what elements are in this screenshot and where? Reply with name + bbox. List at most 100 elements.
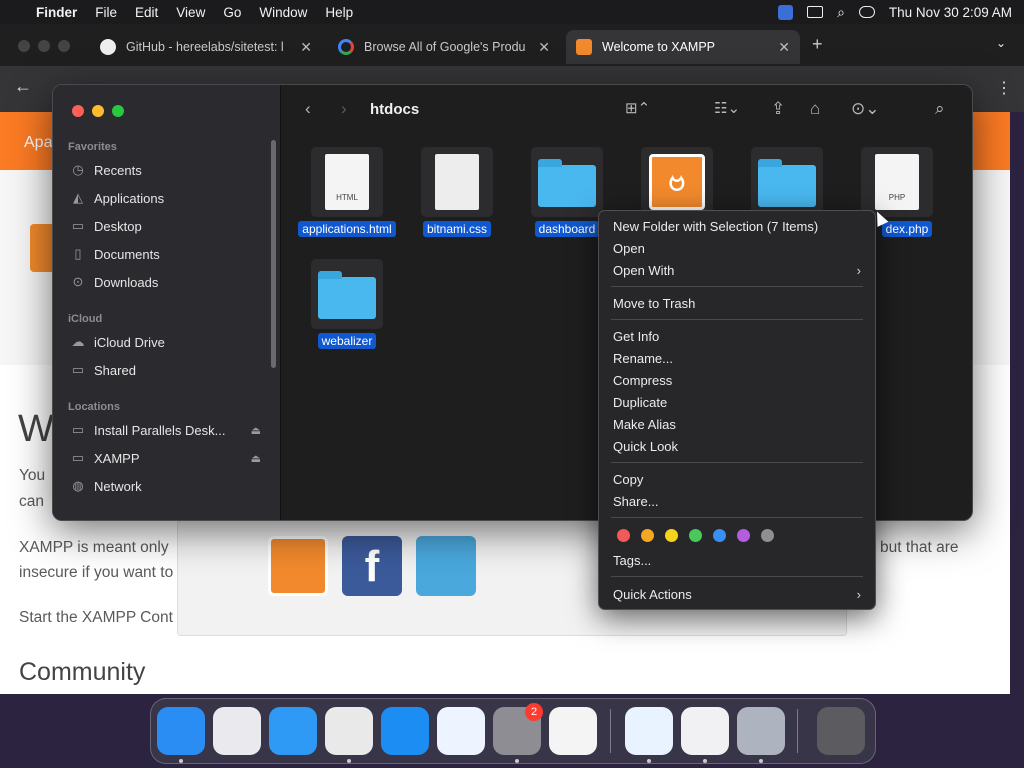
browser-tab-google[interactable]: Browse All of Google's Produ ✕: [328, 30, 560, 64]
menu-item-rename[interactable]: Rename...: [613, 347, 863, 369]
file-favicon[interactable]: ဗ: [622, 147, 732, 217]
icon-view-icon[interactable]: ⊞⌃: [625, 99, 650, 117]
tag-gray-button[interactable]: [761, 529, 774, 542]
safari-icon[interactable]: [269, 707, 317, 755]
php-file-icon: PHP: [861, 147, 933, 217]
zoom-window-button[interactable]: [112, 105, 124, 117]
menu-item-get-info[interactable]: Get Info: [613, 325, 863, 347]
file-name: applications.html: [298, 221, 396, 237]
tag-red-button[interactable]: [617, 529, 630, 542]
notification-badge: 2: [525, 703, 543, 721]
file-name: bitnami.css: [422, 221, 492, 237]
parallels-status-icon[interactable]: [778, 4, 794, 20]
sidebar-item-icloud-drive[interactable]: ☁ iCloud Drive: [69, 329, 269, 355]
tag-blue-button[interactable]: [713, 529, 726, 542]
menu-file[interactable]: File: [86, 5, 126, 20]
sidebar-item-documents[interactable]: ▯ Documents: [69, 241, 269, 267]
menu-item-move-to-trash[interactable]: Move to Trash: [613, 292, 863, 314]
menu-item-tags[interactable]: Tags...: [613, 549, 863, 571]
tag-orange-button[interactable]: [641, 529, 654, 542]
close-icon[interactable]: ✕: [538, 39, 550, 56]
menu-item-open[interactable]: Open: [613, 237, 863, 259]
sidebar-item-applications[interactable]: ◭ Applications: [69, 185, 269, 211]
app-store-icon[interactable]: [381, 707, 429, 755]
menu-window[interactable]: Window: [250, 5, 316, 20]
more-menu-icon[interactable]: ⋮: [996, 78, 1012, 98]
menu-clock[interactable]: Thu Nov 30 2:09 AM: [889, 5, 1012, 20]
menu-item-compress[interactable]: Compress: [613, 369, 863, 391]
xcode-instruments-icon[interactable]: [437, 707, 485, 755]
xampp-social-icon[interactable]: [268, 536, 328, 596]
menu-item-label: Open With: [613, 262, 675, 278]
facebook-icon[interactable]: f: [342, 536, 402, 596]
trash-icon[interactable]: [817, 707, 865, 755]
share-icon[interactable]: ⇪: [771, 99, 785, 119]
menu-item-copy[interactable]: Copy: [613, 468, 863, 490]
menu-item-quick-actions[interactable]: Quick Actions ›: [613, 583, 863, 605]
browser-tab-xampp[interactable]: Welcome to XAMPP ✕: [566, 30, 800, 64]
sidebar-item-label: Install Parallels Desk...: [94, 422, 226, 438]
xampp-icon: [576, 39, 592, 55]
sidebar-item-desktop[interactable]: ▭ Desktop: [69, 213, 269, 239]
sidebar-item-label: XAMPP: [94, 450, 140, 466]
close-window-button[interactable]: [72, 105, 84, 117]
file-bitnami-css[interactable]: bitnami.css: [402, 147, 512, 238]
browser-tab-github[interactable]: GitHub - hereelabs/sitetest: l ✕: [90, 30, 322, 64]
menu-item-open-with[interactable]: Open With ›: [613, 259, 863, 281]
more-actions-icon[interactable]: ⊙⌄: [851, 99, 880, 119]
launchpad-icon[interactable]: [213, 707, 261, 755]
menu-app-name[interactable]: Finder: [27, 5, 86, 20]
search-icon[interactable]: ⌕: [935, 99, 945, 119]
finder-icon[interactable]: [157, 707, 205, 755]
menu-help[interactable]: Help: [316, 5, 362, 20]
tag-yellow-button[interactable]: [665, 529, 678, 542]
paragraph-text: XAMPP is meant only: [19, 539, 169, 556]
menu-item-new-folder-with-selection[interactable]: New Folder with Selection (7 Items): [613, 215, 863, 237]
folder-webalizer[interactable]: webalizer: [292, 259, 402, 350]
close-icon[interactable]: ✕: [300, 39, 312, 56]
menu-go[interactable]: Go: [214, 5, 250, 20]
sidebar-item-install-parallels[interactable]: ▭ Install Parallels Desk... ⏏: [69, 417, 269, 443]
close-icon[interactable]: ✕: [778, 39, 790, 56]
paragraph-text: Start the XAMPP Cont: [19, 609, 173, 626]
eject-icon[interactable]: ⏏: [251, 452, 261, 465]
folder-img[interactable]: [732, 147, 842, 217]
parallels-toolbox-icon[interactable]: [625, 707, 673, 755]
file-name: webalizer: [317, 333, 377, 349]
control-center-icon[interactable]: [858, 6, 875, 18]
menu-item-make-alias[interactable]: Make Alias: [613, 413, 863, 435]
settings-gear-icon[interactable]: [737, 707, 785, 755]
sidebar-item-network[interactable]: ◍ Network: [69, 473, 269, 499]
sidebar-item-downloads[interactable]: ⊙ Downloads: [69, 269, 269, 295]
sidebar-scrollbar[interactable]: [271, 140, 276, 368]
tag-purple-button[interactable]: [737, 529, 750, 542]
menu-edit[interactable]: Edit: [126, 5, 167, 20]
minimize-window-button[interactable]: [92, 105, 104, 117]
textedit-icon[interactable]: [549, 707, 597, 755]
back-chevron-icon[interactable]: ‹: [305, 99, 311, 119]
menu-item-quick-look[interactable]: Quick Look: [613, 435, 863, 457]
tag-icon[interactable]: ⌂: [810, 99, 820, 119]
chrome-icon[interactable]: [325, 707, 373, 755]
new-tab-icon[interactable]: +: [812, 34, 823, 55]
group-by-icon[interactable]: ☷⌄: [714, 99, 740, 117]
nav-brand[interactable]: Apa: [24, 134, 52, 152]
parallels-desktop-icon[interactable]: [681, 707, 729, 755]
spotlight-search-icon[interactable]: ⌕: [837, 4, 845, 21]
screen-mirroring-icon[interactable]: [807, 6, 824, 18]
tab-list-chevron-down-icon[interactable]: ⌄: [996, 36, 1006, 50]
menu-item-share[interactable]: Share...: [613, 490, 863, 512]
menu-item-duplicate[interactable]: Duplicate: [613, 391, 863, 413]
file-applications-html[interactable]: HTML applications.html: [292, 147, 402, 238]
eject-icon[interactable]: ⏏: [251, 424, 261, 437]
sidebar-item-shared[interactable]: ▭ Shared: [69, 357, 269, 383]
tag-green-button[interactable]: [689, 529, 702, 542]
sidebar-item-recents[interactable]: ◷ Recents: [69, 157, 269, 183]
twitter-icon[interactable]: [416, 536, 476, 596]
back-arrow-icon[interactable]: ←: [14, 76, 32, 97]
xampp-file-icon: ဗ: [641, 147, 713, 217]
sidebar-item-xampp[interactable]: ▭ XAMPP ⏏: [69, 445, 269, 471]
menu-view[interactable]: View: [167, 5, 214, 20]
forward-chevron-icon[interactable]: ›: [341, 99, 347, 119]
icloud-header: iCloud: [68, 313, 103, 325]
